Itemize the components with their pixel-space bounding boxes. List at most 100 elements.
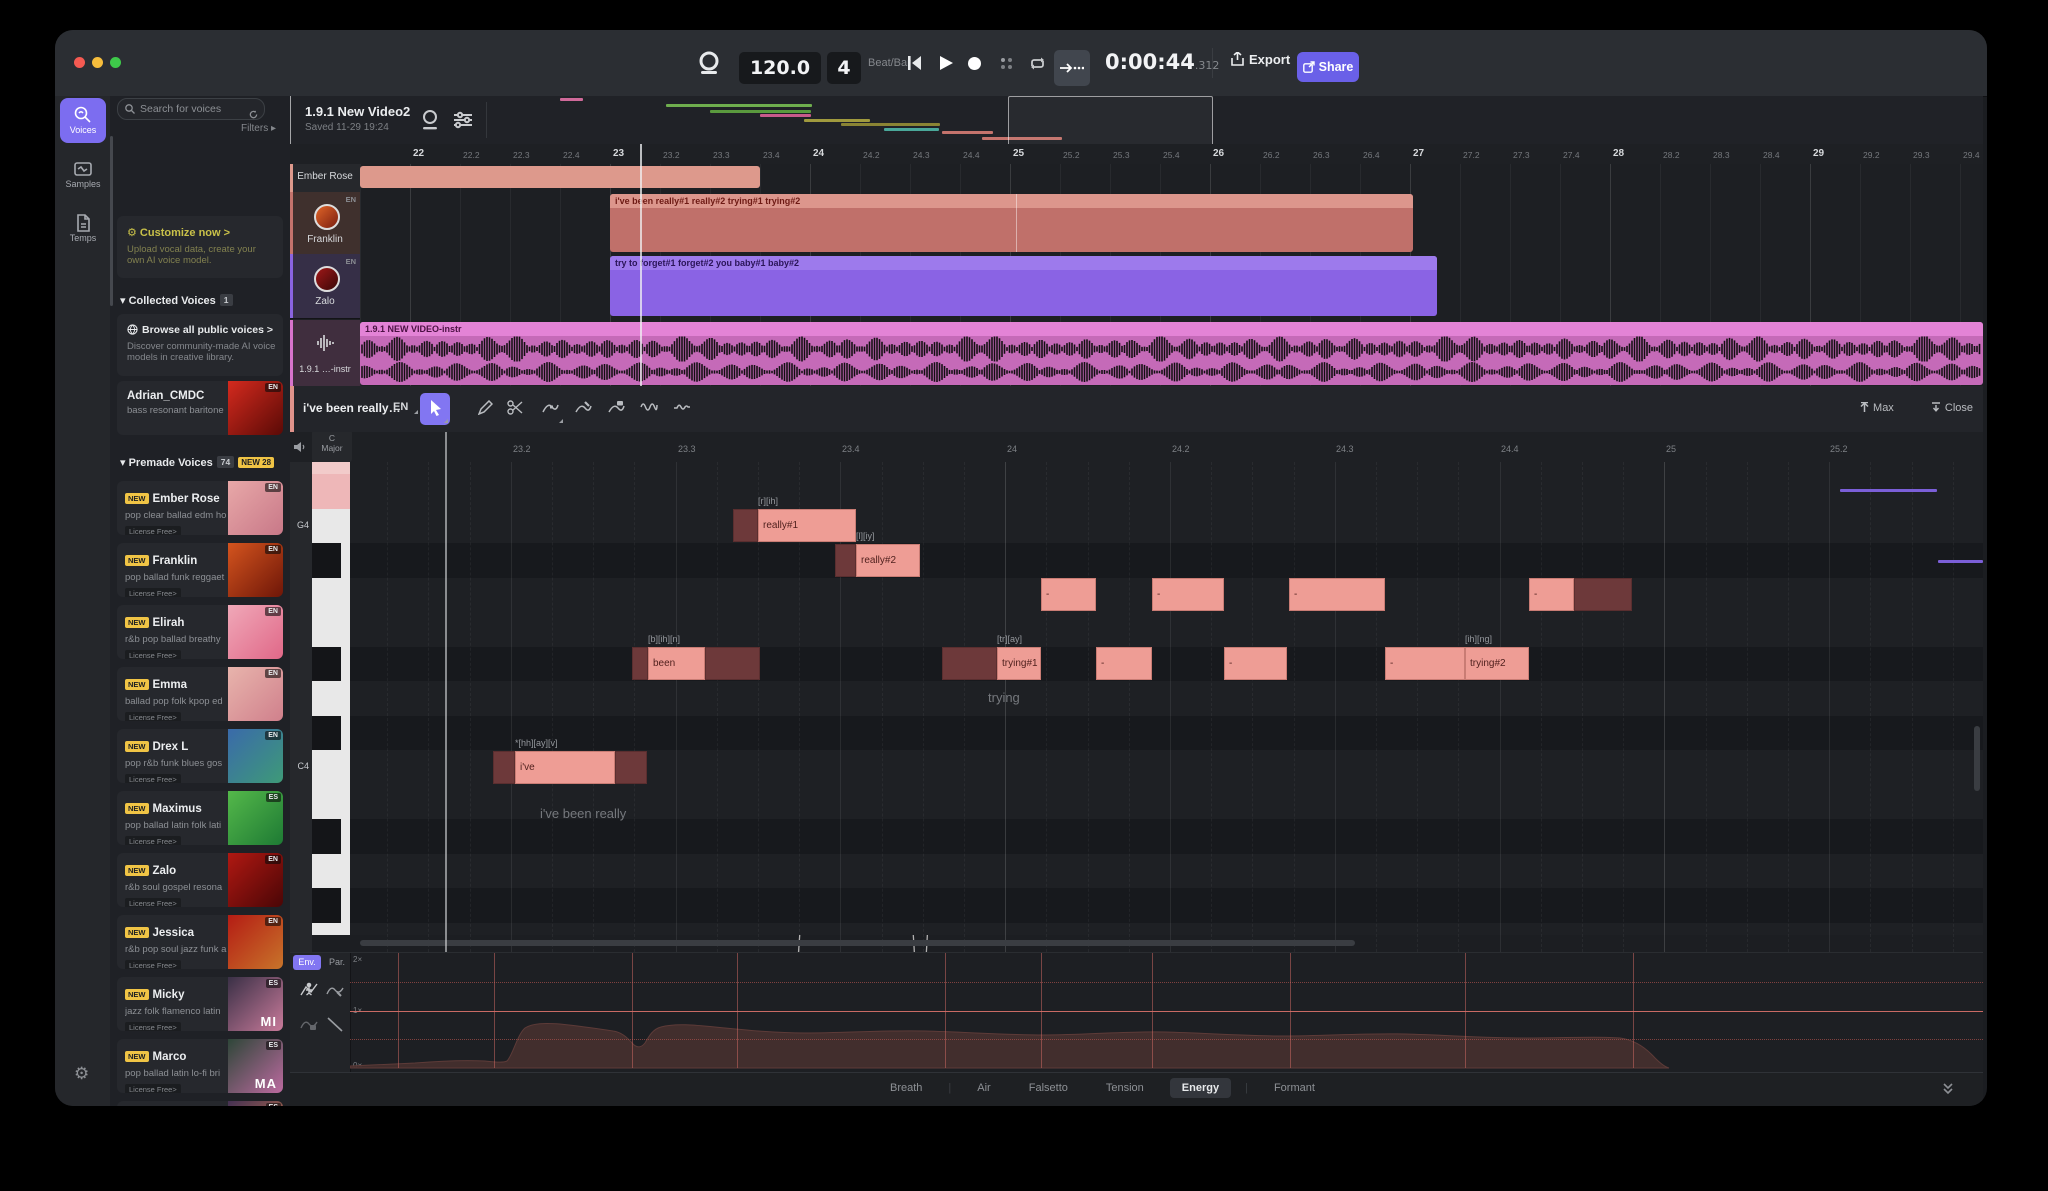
curve-pen-tool-icon[interactable] (324, 981, 346, 1003)
customize-card[interactable]: ⚙ Customize now >Upload vocal data, crea… (117, 216, 283, 278)
license-chip[interactable]: License Free> (125, 1022, 181, 1031)
piano-keys[interactable] (312, 462, 350, 952)
vibrato-tool-button[interactable] (667, 393, 697, 425)
arrangement-ruler[interactable]: 2222.222.322.42323.223.323.42424.224.324… (290, 144, 1983, 164)
note-lead-segment[interactable] (942, 647, 997, 680)
voice-card-featured[interactable]: Adrian_CMDCbass resonant baritoneEN (117, 381, 283, 435)
parameter-tab-formant[interactable]: Formant (1262, 1078, 1327, 1098)
clip[interactable]: i've been really#1 really#2 trying#1 try… (610, 194, 1413, 252)
close-editor-button[interactable]: Close (1931, 402, 1973, 414)
search-input[interactable]: Search for voices (117, 98, 265, 120)
parameter-tab-tension[interactable]: Tension (1094, 1078, 1156, 1098)
piano-key[interactable] (312, 785, 350, 820)
piano-key[interactable] (312, 716, 350, 751)
piano-key[interactable] (312, 612, 350, 647)
line-tool-icon[interactable] (324, 1015, 346, 1037)
curve-draw-tool-button[interactable] (535, 393, 565, 425)
note-tail-segment[interactable] (705, 647, 760, 680)
close-window-button[interactable] (74, 57, 85, 68)
piano-key[interactable] (312, 543, 350, 578)
voice-card[interactable]: NEWMaximuspop ballad latin folk latiLice… (117, 791, 283, 845)
note-tail-segment[interactable] (615, 751, 647, 784)
voice-card[interactable]: NEWElirahr&b pop ballad breathyLicense F… (117, 605, 283, 659)
voice-card[interactable]: NEWEmber Rosepop clear ballad edm hoLice… (117, 481, 283, 535)
curve-erase-tool-button[interactable] (601, 393, 631, 425)
horizontal-scrollbar[interactable] (360, 940, 1355, 946)
note[interactable]: really#1 (758, 509, 856, 542)
note[interactable]: been (648, 647, 705, 680)
note[interactable]: - (1289, 578, 1385, 611)
collected-voices-header[interactable]: ▾ Collected Voices1 (120, 294, 233, 307)
note[interactable]: - (1152, 578, 1224, 611)
clip[interactable] (360, 166, 760, 188)
voice-card[interactable]: NEWJessicar&b pop soul jazz funk aLicens… (117, 915, 283, 969)
note[interactable]: trying#1 (997, 647, 1041, 680)
sidebar-scrollbar[interactable] (110, 136, 113, 306)
parameter-tab-energy[interactable]: Energy (1170, 1078, 1231, 1098)
minimize-window-button[interactable] (92, 57, 103, 68)
license-chip[interactable]: License Free> (125, 650, 181, 659)
skip-to-start-icon[interactable] (907, 56, 923, 75)
customize-title[interactable]: ⚙ Customize now > (127, 226, 283, 239)
voice-card[interactable]: NEWFranklinpop ballad funk reggaetLicens… (117, 543, 283, 597)
license-chip[interactable]: License Free> (125, 588, 181, 597)
pointer-tool-button[interactable] (420, 393, 450, 425)
clip[interactable]: 1.9.1 NEW VIDEO-instr (360, 322, 1983, 385)
piano-roll-playhead[interactable] (445, 432, 447, 952)
voice-card[interactable]: NEWEmmaballad pop folk kpop edLicense Fr… (117, 667, 283, 721)
note[interactable]: - (1041, 578, 1096, 611)
zoom-window-button[interactable] (110, 57, 121, 68)
grid-dots-icon[interactable] (999, 56, 1014, 76)
piano-key[interactable] (312, 462, 350, 474)
settings-gear-icon[interactable]: ⚙ (74, 1064, 89, 1084)
export-button[interactable]: Export (1231, 52, 1290, 67)
note[interactable]: - (1385, 647, 1465, 680)
metronome-icon[interactable] (696, 50, 722, 81)
note[interactable]: really#2 (856, 544, 920, 577)
sidebar-tab-voices[interactable]: Voices (60, 98, 106, 143)
license-chip[interactable]: License Free> (125, 836, 181, 845)
piano-key[interactable] (312, 474, 350, 509)
scissors-tool-button[interactable] (500, 393, 530, 425)
track-header-ember-rose[interactable]: Ember Rose (290, 164, 360, 193)
license-chip[interactable]: License Free> (125, 712, 181, 721)
note[interactable]: trying#2 (1465, 647, 1529, 680)
piano-key[interactable] (312, 647, 350, 682)
note[interactable]: - (1224, 647, 1287, 680)
premade-voices-header[interactable]: ▾ Premade Voices74NEW 28 (120, 456, 278, 469)
license-chip[interactable]: License Free> (125, 960, 181, 969)
track-header-zalo[interactable]: ZaloEN (290, 254, 360, 319)
note[interactable]: - (1096, 647, 1152, 680)
voice-card[interactable]: NEWMickyjazz folk flamenco latinLicense … (117, 977, 283, 1031)
piano-key[interactable] (312, 681, 350, 716)
tab-envelope[interactable]: Env. (293, 955, 321, 970)
note-lead-segment[interactable] (493, 751, 515, 784)
curve-erase-tool-icon[interactable] (298, 1015, 320, 1037)
minimap-viewport[interactable] (1008, 96, 1213, 146)
track-header-franklin[interactable]: FranklinEN (290, 192, 360, 255)
vertical-scrollbar[interactable] (1974, 726, 1980, 791)
sidebar-tab-samples[interactable]: Samples (60, 152, 106, 197)
browse-public-voices-card[interactable]: Browse all public voices >Discover commu… (117, 314, 283, 376)
parameter-tab-breath[interactable]: Breath (878, 1078, 934, 1098)
follow-playhead-toggle[interactable] (1054, 50, 1090, 86)
arrangement-playhead[interactable] (640, 144, 642, 386)
track-header-1-9-1-instr[interactable]: 1.9.1 …-instr (290, 320, 360, 387)
note-tail-segment[interactable] (1574, 578, 1632, 611)
piano-key[interactable] (312, 923, 350, 936)
voice-card[interactable]: NEWJulianlatin pop reggaeton afrLicense … (117, 1101, 283, 1106)
tab-parameters[interactable]: Par. (323, 955, 351, 970)
maximize-editor-button[interactable]: Max (1860, 402, 1897, 414)
voice-card[interactable]: NEWDrex Lpop r&b funk blues gosLicense F… (117, 729, 283, 783)
pencil-tool-button[interactable] (470, 393, 500, 425)
voice-card[interactable]: NEWMarcopop ballad latin lo-fi briLicens… (117, 1039, 283, 1093)
license-chip[interactable]: License Free> (125, 526, 181, 535)
note[interactable]: - (1529, 578, 1574, 611)
collapse-panel-icon[interactable] (1941, 1081, 1955, 1100)
piano-key[interactable] (312, 854, 350, 889)
filters-button[interactable]: Filters ▸ (241, 123, 276, 134)
piano-key[interactable] (312, 750, 350, 786)
piano-key[interactable] (312, 819, 350, 854)
piano-roll-ruler[interactable]: C Major 23.223.323.42424.224.324.42525.2 (290, 432, 1983, 463)
piano-key[interactable] (312, 578, 350, 614)
